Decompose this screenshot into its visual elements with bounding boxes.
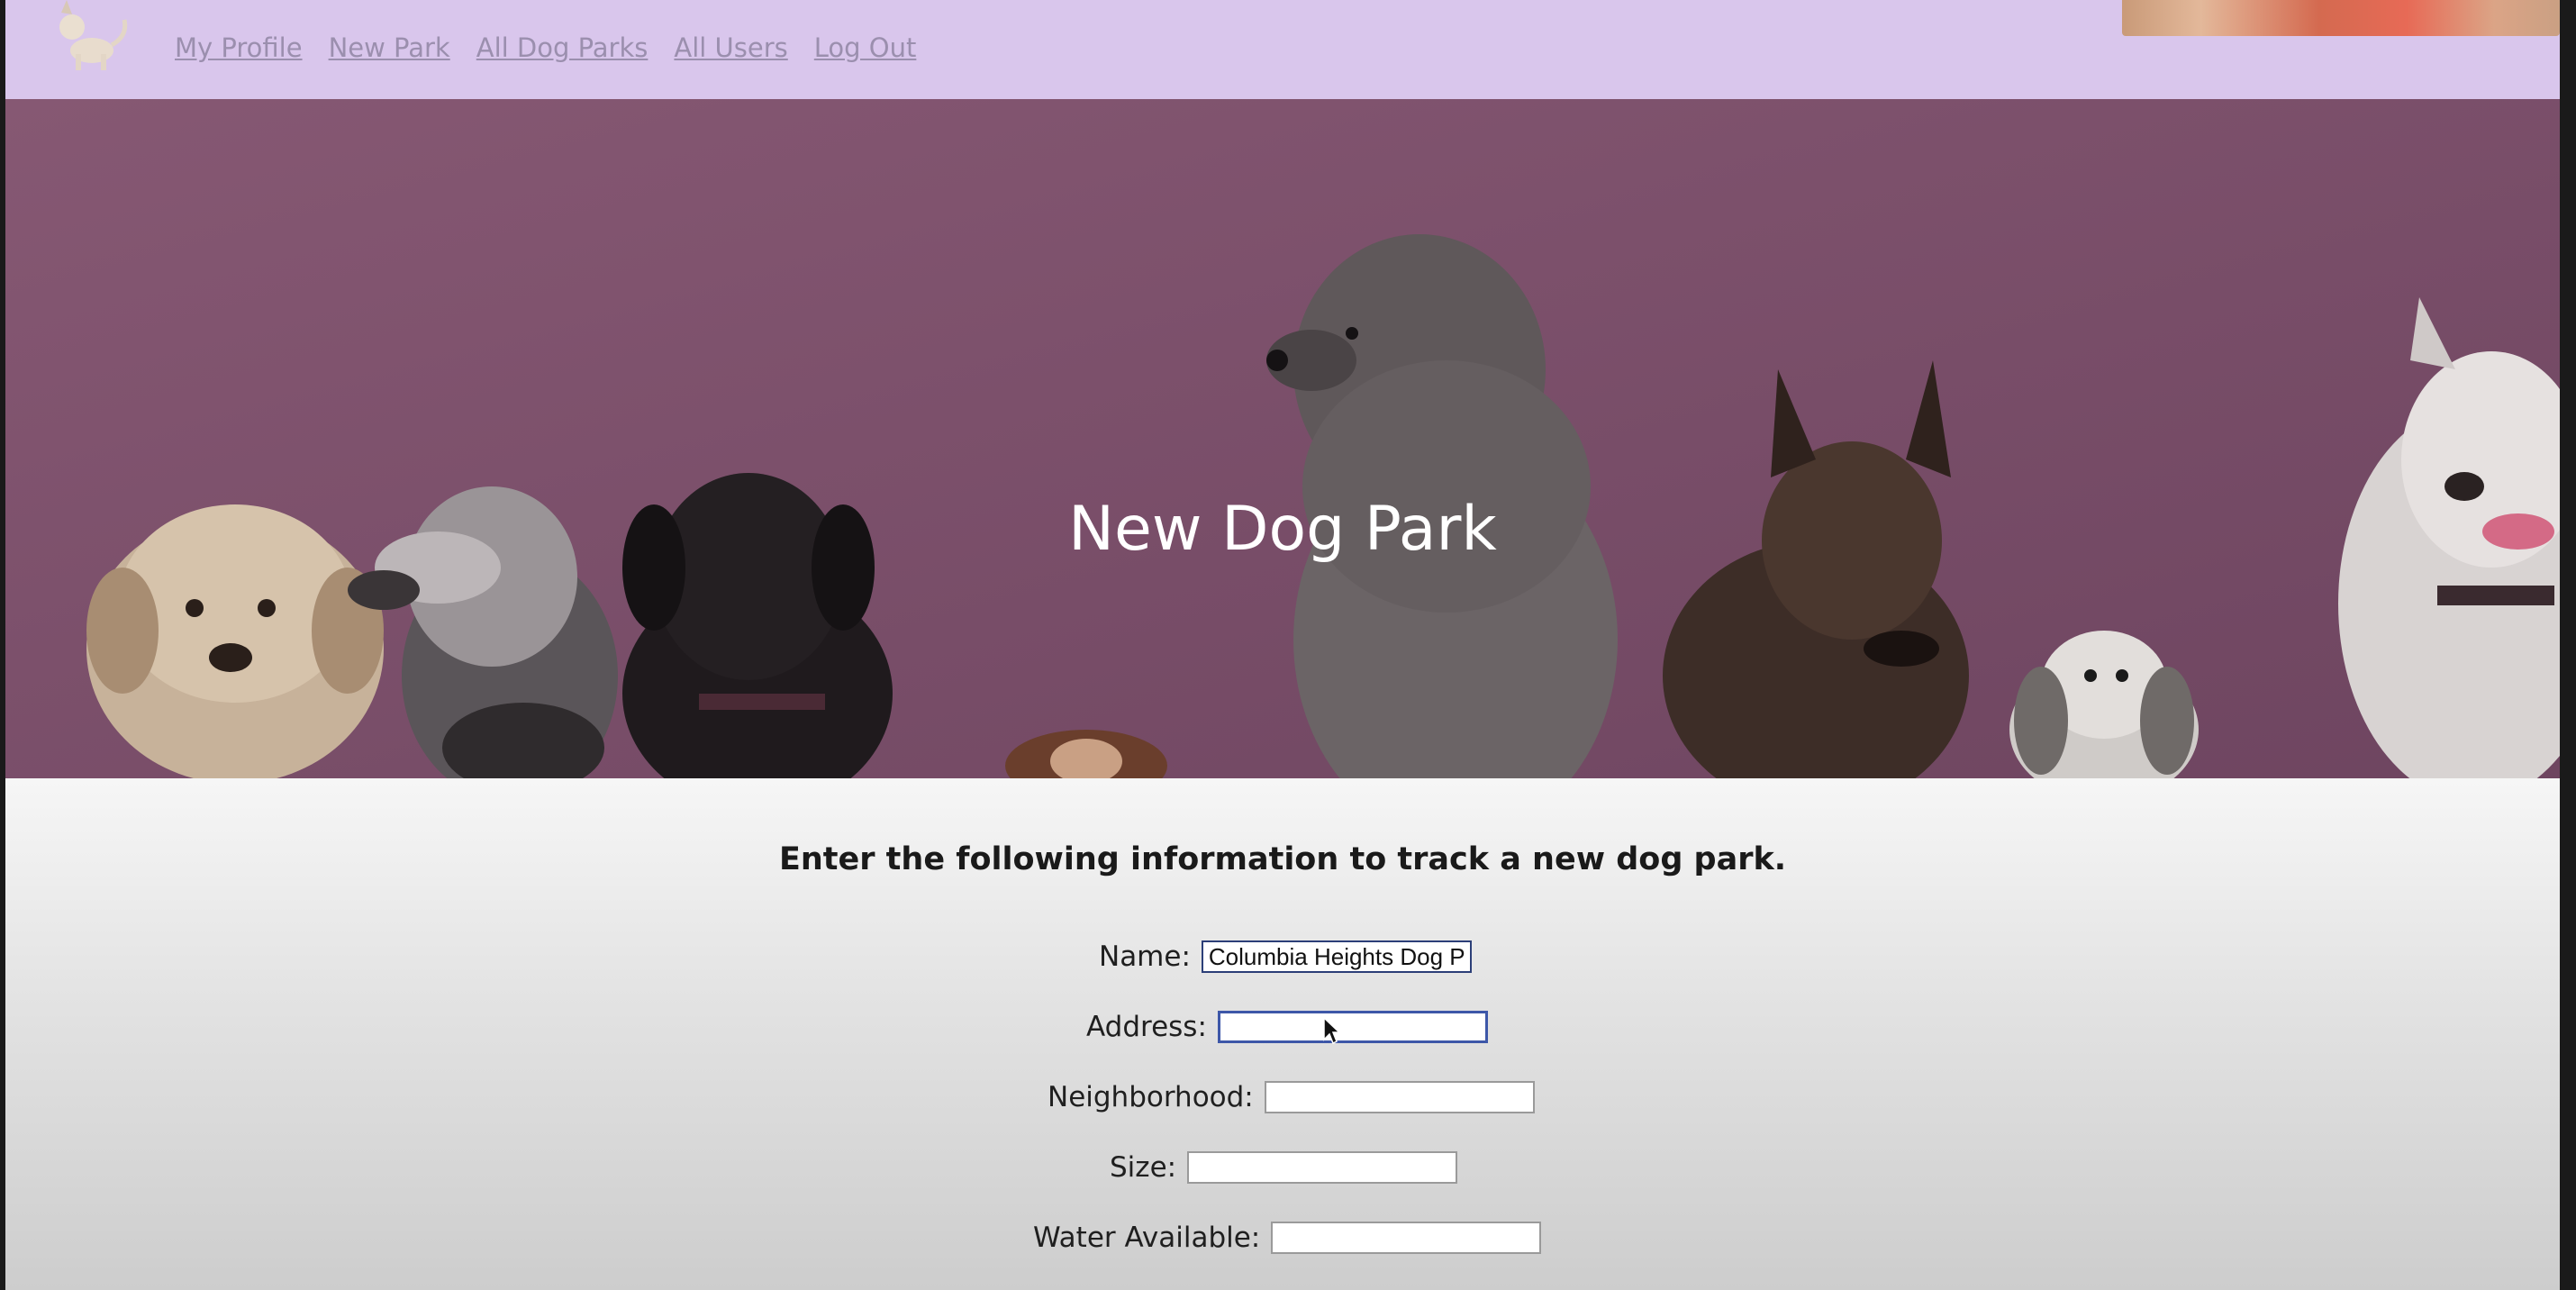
water-available-input[interactable] bbox=[1271, 1222, 1542, 1254]
water-available-row: Water Available: bbox=[1033, 1222, 1542, 1254]
navbar: My Profile New Park All Dog Parks All Us… bbox=[5, 0, 2560, 99]
address-label: Address: bbox=[1086, 1011, 1207, 1043]
address-input[interactable] bbox=[1217, 1011, 1488, 1043]
name-label: Name: bbox=[1099, 940, 1191, 973]
mouse-pointer-icon bbox=[1323, 1016, 1340, 1045]
webcam-thumbnail bbox=[2122, 0, 2560, 36]
size-label: Size: bbox=[1110, 1151, 1177, 1184]
neighborhood-label: Neighborhood: bbox=[1048, 1081, 1254, 1113]
dogs-photo bbox=[5, 99, 2560, 778]
right-edge bbox=[2560, 0, 2576, 1290]
nav-links: My Profile New Park All Dog Parks All Us… bbox=[175, 32, 916, 63]
nav-link-all-users[interactable]: All Users bbox=[674, 32, 787, 63]
water-available-label: Water Available: bbox=[1033, 1222, 1261, 1254]
nav-link-log-out[interactable]: Log Out bbox=[814, 32, 917, 63]
dog-logo-icon[interactable] bbox=[45, 0, 135, 70]
nav-link-all-dog-parks[interactable]: All Dog Parks bbox=[476, 32, 649, 63]
size-input[interactable] bbox=[1187, 1151, 1458, 1184]
address-row: Address: bbox=[1086, 1011, 1488, 1043]
hero-banner: New Dog Park bbox=[5, 99, 2560, 778]
nav-link-new-park[interactable]: New Park bbox=[329, 32, 450, 63]
nav-link-my-profile[interactable]: My Profile bbox=[175, 32, 303, 63]
page-title: New Dog Park bbox=[1068, 494, 1497, 565]
size-row: Size: bbox=[1110, 1151, 1458, 1184]
form-section: Enter the following information to track… bbox=[5, 778, 2560, 1290]
name-input[interactable] bbox=[1201, 940, 1472, 973]
neighborhood-input[interactable] bbox=[1264, 1081, 1535, 1113]
neighborhood-row: Neighborhood: bbox=[1048, 1081, 1535, 1113]
name-row: Name: bbox=[1099, 940, 1472, 973]
form-intro: Enter the following information to track… bbox=[778, 841, 1787, 877]
